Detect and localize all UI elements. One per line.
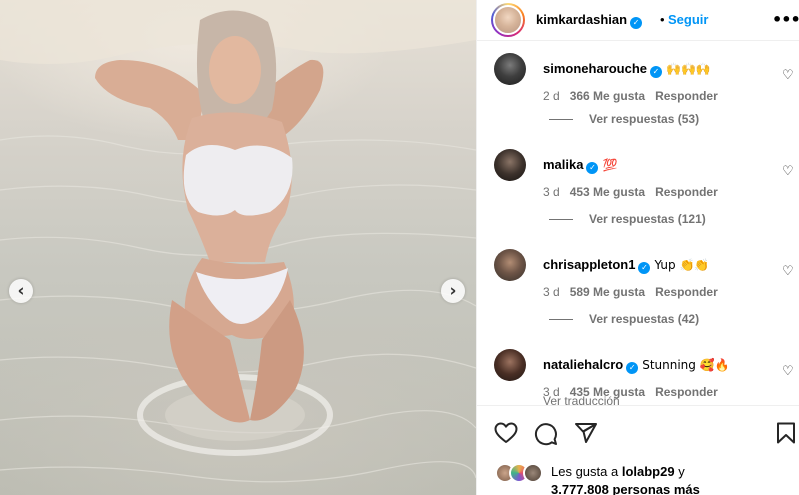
replies-divider (549, 319, 573, 321)
see-translation-link[interactable]: Ver traducción (543, 394, 620, 405)
post-header: kimkardashian ✓ • Seguir ••• (477, 0, 799, 41)
avatar[interactable] (494, 149, 526, 181)
comment-item: malika ✓ 💯 3 d 453 Me gusta Responder ♡ (477, 149, 799, 209)
comment-meta: 3 d 589 Me gusta Responder (543, 285, 728, 299)
like-comment-heart-icon[interactable]: ♡ (782, 164, 794, 179)
bookmark-icon[interactable] (776, 422, 796, 444)
avatar[interactable] (494, 53, 526, 85)
comment-line: nataliehalcro ✓ Stunning 🥰🔥 (543, 357, 730, 374)
comment-time[interactable]: 3 d (543, 185, 560, 199)
verified-badge-icon: ✓ (586, 161, 599, 174)
separator-dot: • (660, 12, 665, 27)
more-options-icon[interactable]: ••• (772, 10, 799, 29)
comment-text: 💯 (602, 158, 618, 172)
replies-divider (549, 119, 573, 121)
reply-button[interactable]: Responder (655, 285, 718, 299)
comment-likes[interactable]: 366 Me gusta (570, 89, 645, 103)
reply-button[interactable]: Responder (655, 185, 718, 199)
likes-conjunction: y (678, 464, 685, 479)
avatar (523, 463, 543, 483)
comment-icon[interactable] (534, 422, 558, 446)
comment-username[interactable]: simoneharouche (543, 61, 647, 76)
comment-meta: 2 d 366 Me gusta Responder (543, 89, 728, 103)
view-replies-button[interactable]: Ver respuestas (42) (549, 312, 699, 326)
comment-time[interactable]: 3 d (543, 285, 560, 299)
comment-username[interactable]: malika (543, 157, 583, 172)
comment-line: simoneharouche ✓ 🙌🙌🙌 (543, 61, 711, 78)
view-replies-label[interactable]: Ver respuestas (121) (589, 212, 706, 226)
likes-line-2: 3.777.808 personas más (551, 482, 700, 495)
verified-badge-icon: ✓ (626, 361, 639, 374)
comment-time[interactable]: 2 d (543, 89, 560, 103)
author-username[interactable]: kimkardashian ✓ (536, 12, 643, 29)
view-replies-label[interactable]: Ver respuestas (42) (589, 312, 699, 326)
follow-button[interactable]: Seguir (668, 12, 708, 27)
comment-item: chrisappleton1 ✓ Yup 👏👏 3 d 589 Me gusta Res… (477, 249, 799, 309)
comment-text: Stunning 🥰🔥 (642, 358, 730, 372)
liker-username[interactable]: lolabp29 (622, 464, 675, 479)
likes-line-1: Les gusta a lolabp29 y (551, 464, 685, 479)
comment-line: malika ✓ 💯 (543, 157, 617, 174)
view-replies-button[interactable]: Ver respuestas (53) (549, 112, 699, 126)
verified-badge-icon: ✓ (638, 261, 651, 274)
previous-photo-button[interactable]: ‹ (9, 279, 33, 303)
likes-prefix: Les gusta a (551, 464, 619, 479)
comment-line: chrisappleton1 ✓ Yup 👏👏 (543, 257, 709, 274)
next-photo-button[interactable]: › (441, 279, 465, 303)
view-replies-button[interactable]: Ver respuestas (121) (549, 212, 706, 226)
share-icon[interactable] (574, 422, 598, 444)
replies-divider (549, 219, 573, 221)
author-avatar[interactable] (491, 3, 525, 37)
view-replies-label[interactable]: Ver respuestas (53) (589, 112, 699, 126)
like-comment-heart-icon[interactable]: ♡ (782, 68, 794, 83)
heart-icon[interactable] (494, 422, 518, 444)
comment-item: simoneharouche ✓ 🙌🙌🙌 2 d 366 Me gusta Respon… (477, 53, 799, 113)
comment-username[interactable]: nataliehalcro (543, 357, 623, 372)
liker-avatars (495, 463, 549, 483)
comment-likes[interactable]: 589 Me gusta (570, 285, 645, 299)
post-sidebar: kimkardashian ✓ • Seguir ••• simoneharouc… (476, 0, 799, 495)
post-photo: ‹ › (0, 0, 476, 495)
avatar[interactable] (494, 249, 526, 281)
avatar[interactable] (494, 349, 526, 381)
comment-likes[interactable]: 453 Me gusta (570, 185, 645, 199)
reply-button[interactable]: Responder (655, 385, 718, 399)
comment-username[interactable]: chrisappleton1 (543, 257, 635, 272)
like-comment-heart-icon[interactable]: ♡ (782, 264, 794, 279)
comment-item: nataliehalcro ✓ Stunning 🥰🔥 3 d 435 Me gust… (477, 349, 799, 405)
photo-image (0, 0, 476, 483)
author-username-text[interactable]: kimkardashian (536, 12, 627, 27)
like-comment-heart-icon[interactable]: ♡ (782, 364, 794, 379)
verified-badge-icon: ✓ (650, 65, 663, 78)
reply-button[interactable]: Responder (655, 89, 718, 103)
likes-count[interactable]: 3.777.808 personas más (551, 482, 700, 495)
comment-text: Yup 👏👏 (654, 258, 710, 272)
comments-list[interactable]: simoneharouche ✓ 🙌🙌🙌 2 d 366 Me gusta Respon… (477, 41, 799, 405)
comment-meta: 3 d 453 Me gusta Responder (543, 185, 728, 199)
post-actions (477, 405, 799, 459)
comment-text: 🙌🙌🙌 (666, 62, 711, 76)
verified-badge-icon: ✓ (630, 16, 643, 29)
